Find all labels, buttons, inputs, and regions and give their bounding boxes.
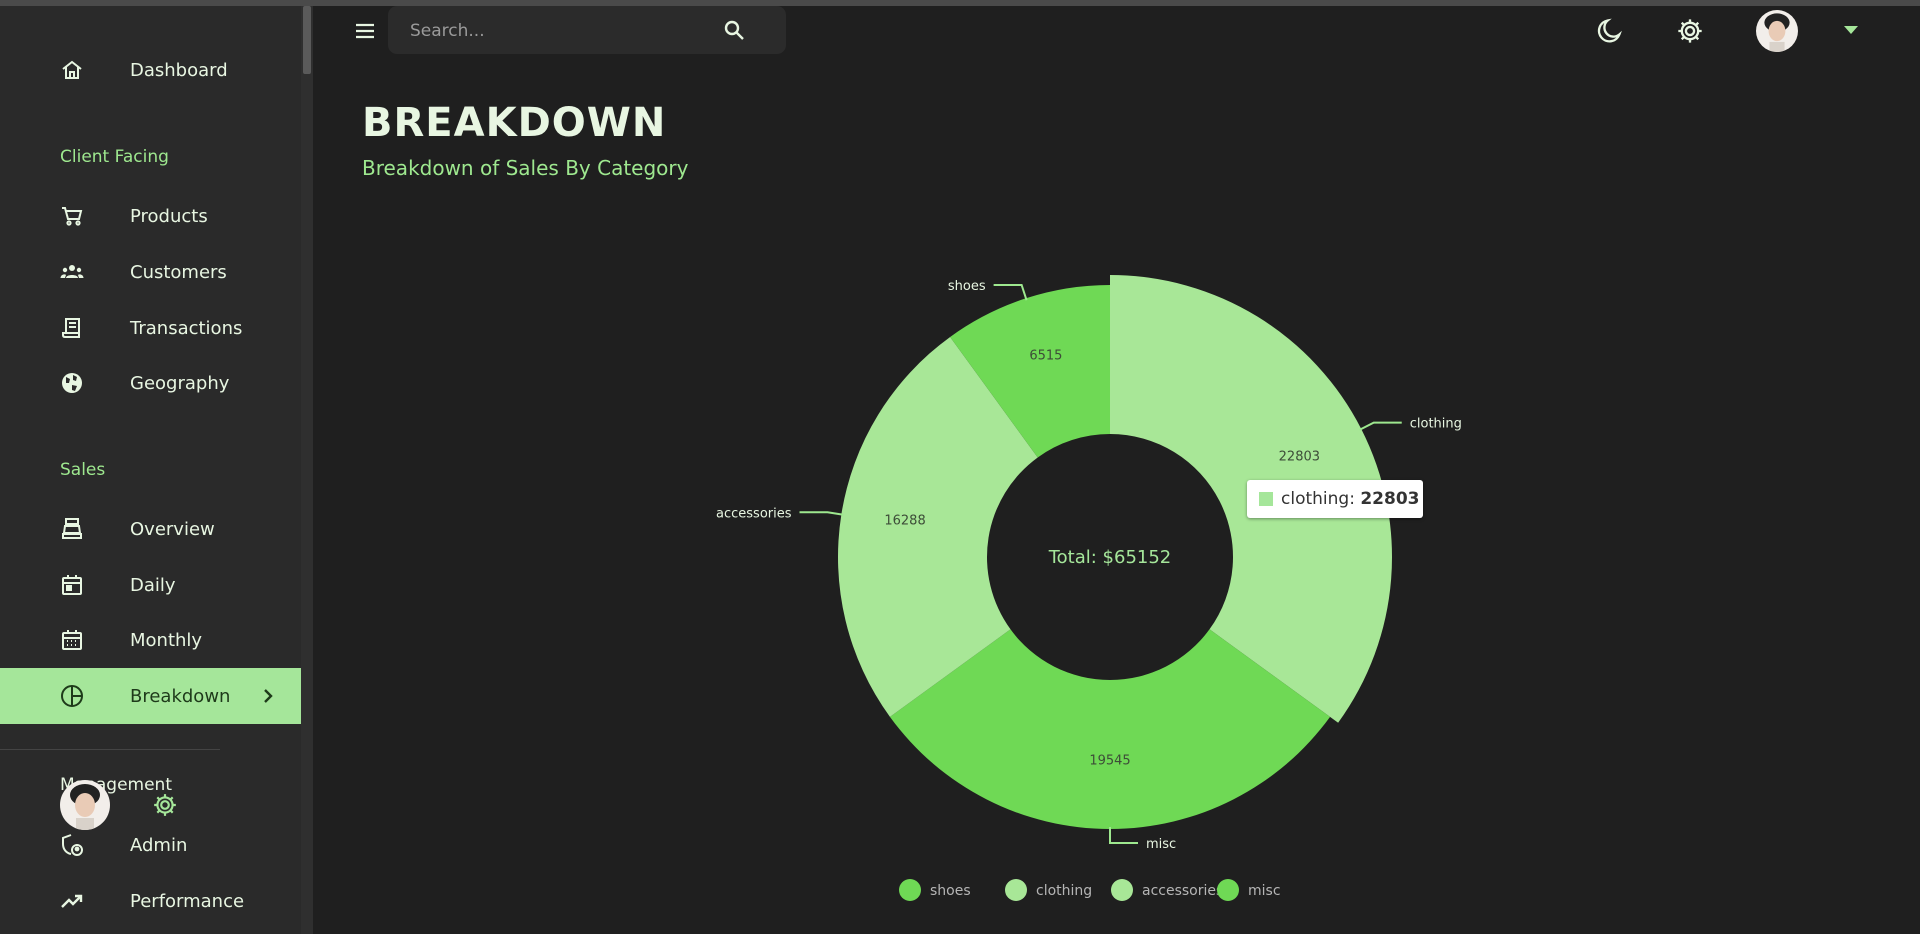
sidebar-item-performance[interactable]: Performance xyxy=(0,873,301,929)
trending-up-icon xyxy=(61,894,83,908)
scrollbar-thumb[interactable] xyxy=(303,6,311,74)
section-sales: Sales xyxy=(60,460,106,480)
sidebar-scrollbar[interactable] xyxy=(301,6,313,934)
sidebar: Dashboard Client Facing Products Custome… xyxy=(0,6,301,934)
sidebar-item-admin[interactable]: Admin xyxy=(0,817,301,873)
sidebar-divider xyxy=(0,749,220,750)
user-avatar[interactable] xyxy=(60,780,110,830)
slice-value-label: 16288 xyxy=(884,514,925,529)
avatar-portrait xyxy=(60,780,110,830)
sidebar-item-label: Overview xyxy=(130,519,215,540)
slice-leader-line xyxy=(1109,827,1138,844)
sidebar-item-products[interactable]: Products xyxy=(0,188,301,244)
settings-gear-icon[interactable] xyxy=(1676,17,1704,45)
page-subtitle: Breakdown of Sales By Category xyxy=(362,156,689,180)
slice-value-label: 22803 xyxy=(1279,450,1320,465)
legend-label-clothing[interactable]: clothing xyxy=(1036,883,1092,899)
sidebar-item-label: Products xyxy=(130,206,208,227)
slice-leader-line xyxy=(799,511,844,516)
tooltip-text: clothing: 22803 xyxy=(1281,489,1420,509)
sidebar-item-customers[interactable]: Customers xyxy=(0,244,301,300)
sidebar-item-monthly[interactable]: Monthly xyxy=(0,612,301,668)
legend-swatch-shoes[interactable] xyxy=(899,879,921,901)
slice-value-label: 19545 xyxy=(1089,754,1130,769)
sidebar-item-dashboard[interactable]: Dashboard xyxy=(0,42,301,98)
section-client-facing: Client Facing xyxy=(60,147,169,167)
avatar-portrait xyxy=(1756,10,1798,52)
legend-swatch-misc[interactable] xyxy=(1217,879,1239,901)
admin-shield-icon xyxy=(62,834,83,856)
receipt-icon xyxy=(62,318,80,338)
search-bar xyxy=(388,6,786,54)
tooltip-label: clothing: xyxy=(1281,489,1355,509)
legend-swatch-clothing[interactable] xyxy=(1005,879,1027,901)
slice-category-label: clothing xyxy=(1410,417,1462,432)
slice-category-label: shoes xyxy=(948,279,986,294)
sidebar-item-label: Performance xyxy=(130,891,245,912)
slice-leader-line xyxy=(1359,421,1402,431)
profile-avatar[interactable] xyxy=(1756,10,1798,52)
globe-icon xyxy=(62,373,82,393)
calendar-today-icon xyxy=(62,575,82,595)
legend-swatch-accessories[interactable] xyxy=(1111,879,1133,901)
chart-tooltip: clothing: 22803 xyxy=(1247,480,1423,518)
sidebar-item-label: Dashboard xyxy=(130,60,228,81)
menu-icon[interactable] xyxy=(354,20,376,42)
profile-dropdown-caret-icon[interactable] xyxy=(1844,26,1858,34)
sidebar-item-label: Daily xyxy=(130,575,176,596)
sidebar-item-label: Customers xyxy=(130,262,227,283)
sidebar-item-geography[interactable]: Geography xyxy=(0,355,301,411)
tooltip-swatch xyxy=(1259,492,1273,506)
groups-icon xyxy=(60,265,84,278)
sidebar-item-label: Transactions xyxy=(130,318,243,339)
shopping-cart-icon xyxy=(62,207,83,226)
pie-chart-icon xyxy=(61,685,83,707)
donut-center-total: Total: $65152 xyxy=(1048,547,1172,568)
dark-mode-moon-icon[interactable] xyxy=(1596,17,1624,45)
sidebar-item-label: Geography xyxy=(130,373,230,394)
legend-label-shoes[interactable]: shoes xyxy=(930,883,971,899)
search-icon[interactable] xyxy=(722,18,746,42)
sidebar-item-overview[interactable]: Overview xyxy=(0,501,301,557)
calendar-month-icon xyxy=(62,630,82,650)
sidebar-item-label: Monthly xyxy=(130,630,203,651)
settings-gear-icon[interactable] xyxy=(152,792,178,818)
point-of-sale-icon xyxy=(62,518,82,539)
slice-value-label: 6515 xyxy=(1029,349,1062,364)
slice-leader-line xyxy=(993,283,1028,301)
sidebar-item-label: Admin xyxy=(130,835,188,856)
slice-category-label: misc xyxy=(1146,837,1176,852)
slice-category-label: accessories xyxy=(716,506,792,521)
chevron-right-icon xyxy=(264,689,273,703)
sidebar-item-breakdown[interactable]: Breakdown xyxy=(0,668,301,724)
search-input[interactable] xyxy=(408,18,712,44)
sidebar-item-transactions[interactable]: Transactions xyxy=(0,300,301,356)
tooltip-value: 22803 xyxy=(1360,489,1420,509)
sidebar-item-label: Breakdown xyxy=(130,686,231,707)
legend-label-accessories[interactable]: accessories xyxy=(1142,883,1223,899)
legend-label-misc[interactable]: misc xyxy=(1248,883,1281,899)
page-title: BREAKDOWN xyxy=(362,100,667,146)
home-icon xyxy=(62,60,82,79)
sidebar-item-daily[interactable]: Daily xyxy=(0,557,301,613)
